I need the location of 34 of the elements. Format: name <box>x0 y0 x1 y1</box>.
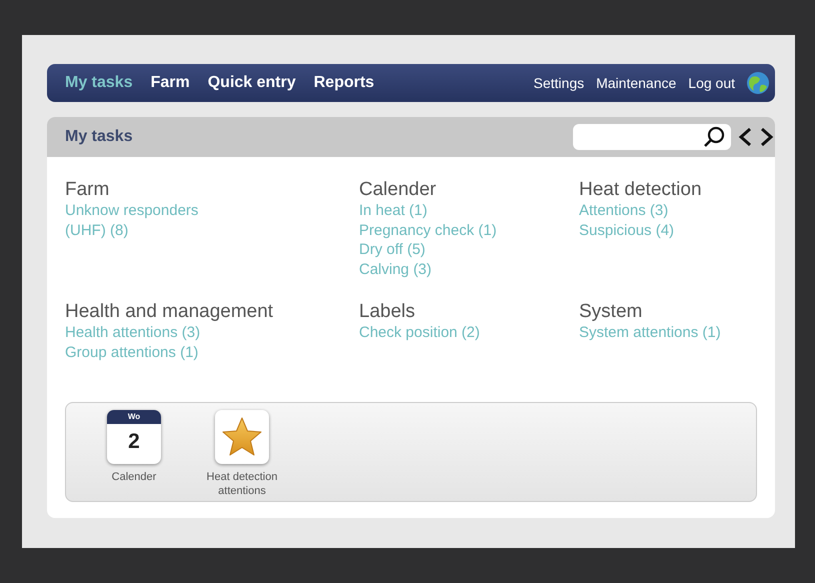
section-title: System <box>579 301 644 323</box>
task-link[interactable]: Check position (2) <box>359 323 579 342</box>
nav-tab[interactable]: Quick entry <box>208 74 296 92</box>
panel-title: My tasks <box>65 128 134 146</box>
task-link[interactable]: Pregnancy check (1) <box>359 220 579 240</box>
section-title: Farm <box>65 179 110 201</box>
task-link[interactable]: System attentions (1) <box>579 323 757 342</box>
task-link[interactable]: Group attentions (1) <box>65 342 359 362</box>
section-title: Heat detection <box>579 179 703 201</box>
shortcut-button[interactable]: Heat detection attentions <box>194 410 290 501</box>
header-link[interactable]: Log out <box>688 75 735 91</box>
globe-icon[interactable] <box>747 72 769 94</box>
nav-tab[interactable]: My tasks <box>65 74 133 92</box>
shortcut-label: Heat detection attentions <box>206 470 278 498</box>
nav-tab[interactable]: Reports <box>314 74 374 92</box>
calendar-icon: Wo 2 <box>107 410 161 464</box>
shortcut-button[interactable]: Wo 2 Calender <box>86 410 182 501</box>
header-link[interactable]: Settings <box>534 75 584 91</box>
section-title: Labels <box>359 301 416 323</box>
search-field[interactable] <box>573 124 731 150</box>
shortcut-label: Calender <box>110 470 158 484</box>
section-title: Calender <box>359 179 438 201</box>
task-link[interactable]: Calving (3) <box>359 260 579 279</box>
task-link[interactable]: Unknow responders (UHF) (8) <box>65 201 359 240</box>
task-link[interactable]: Health attentions (3) <box>65 323 359 342</box>
star-icon <box>221 416 263 458</box>
task-link[interactable]: Suspicious (4) <box>579 220 757 240</box>
nav-tab[interactable]: Farm <box>150 74 190 92</box>
task-link[interactable]: Dry off (5) <box>359 240 579 260</box>
task-link[interactable]: Attentions (3) <box>579 201 757 220</box>
header-link[interactable]: Maintenance <box>596 75 676 91</box>
section-title: Health and management <box>65 301 274 323</box>
search-icon <box>703 126 725 148</box>
task-link[interactable]: In heat (1) <box>359 201 579 220</box>
